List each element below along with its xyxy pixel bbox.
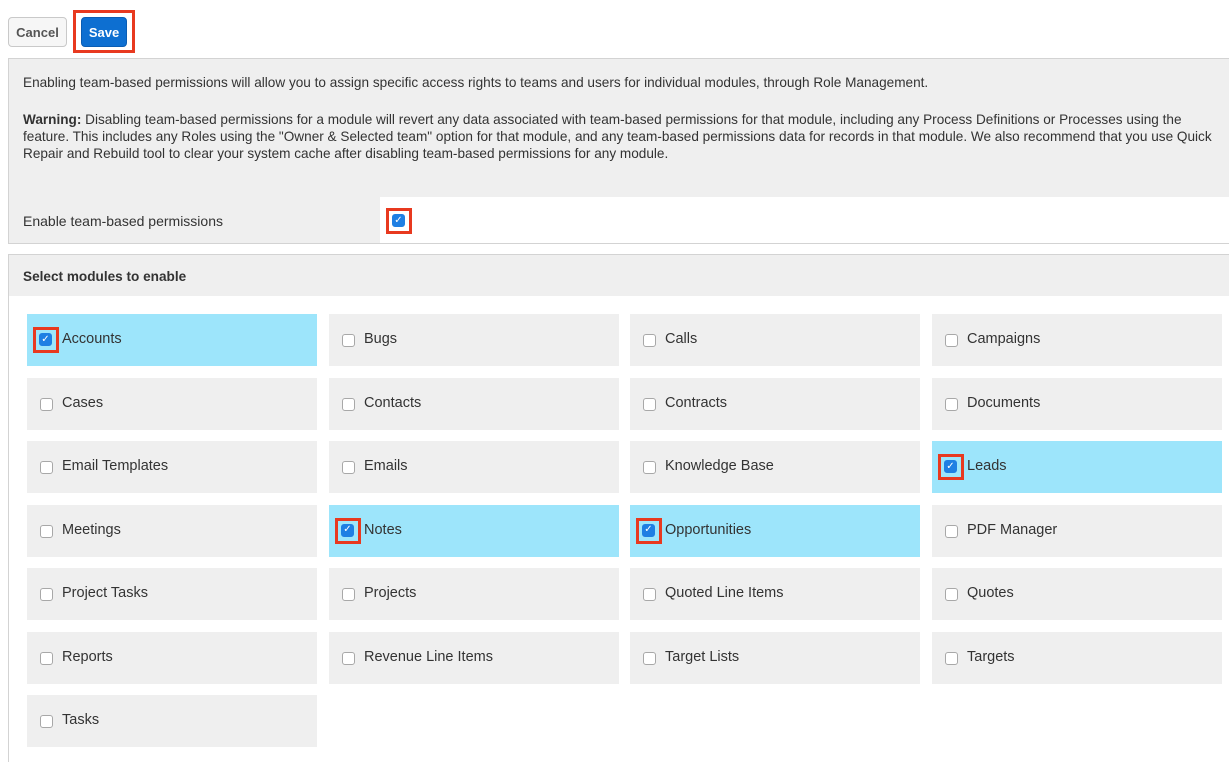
module-checkbox-documents[interactable] [945, 397, 958, 411]
module-option-opportunities[interactable]: ✓ Opportunities [630, 504, 920, 557]
module-option-projects[interactable]: Projects [329, 568, 619, 620]
module-option-meetings[interactable]: Meetings [27, 504, 317, 557]
module-label: Project Tasks [62, 585, 148, 601]
module-label: Contracts [665, 394, 728, 411]
module-option-documents[interactable]: Documents [932, 377, 1222, 430]
module-option-quotes[interactable]: Quotes [932, 568, 1222, 620]
module-option-email-templates[interactable]: Email Templates [27, 441, 317, 493]
module-option-project-tasks[interactable]: Project Tasks [27, 568, 317, 620]
modules-header: Select modules to enable [9, 254, 1229, 296]
warning-text: Warning: Disabling team-based permission… [23, 111, 1223, 162]
module-option-pdf-manager[interactable]: PDF Manager [932, 504, 1222, 557]
module-checkbox-bugs[interactable] [342, 334, 355, 347]
module-label: Documents [967, 394, 1041, 411]
module-label: Target Lists [665, 648, 740, 665]
enable-label-cell: Enable team-based permissions [9, 197, 380, 243]
module-label: Targets [967, 648, 1015, 665]
module-label: Opportunities [665, 521, 752, 538]
module-option-revenue-line-items[interactable]: Revenue Line Items [329, 631, 619, 684]
module-label: Cases [62, 394, 104, 411]
modules-title: Select modules to enable [23, 269, 187, 284]
save-button[interactable]: Save [81, 17, 127, 47]
checkbox-highlight: ✓ [33, 327, 59, 353]
module-checkbox-accounts[interactable]: ✓ [39, 333, 52, 346]
module-checkbox-quoted-line-items[interactable] [643, 588, 656, 601]
info-panel: Enabling team-based permissions will all… [8, 58, 1229, 197]
module-checkbox-reports[interactable] [40, 651, 53, 665]
module-checkbox-notes[interactable]: ✓ [341, 523, 354, 537]
modules-panel: Select modules to enable ✓ Accounts Bugs Ca… [8, 254, 1229, 762]
module-option-accounts[interactable]: ✓ Accounts [27, 314, 317, 366]
module-checkbox-campaigns[interactable] [945, 334, 958, 347]
module-label: Contacts [364, 394, 422, 411]
checkbox-highlight: ✓ [335, 517, 361, 544]
module-label: Bugs [364, 331, 398, 347]
module-label: Campaigns [967, 331, 1041, 347]
cancel-button[interactable]: Cancel [8, 17, 67, 47]
module-option-cases[interactable]: Cases [27, 377, 317, 430]
module-option-bugs[interactable]: Bugs [329, 314, 619, 366]
module-label: Emails [364, 458, 408, 474]
module-option-quoted-line-items[interactable]: Quoted Line Items [630, 568, 920, 620]
module-label: Meetings [62, 521, 121, 538]
module-label: Accounts [62, 331, 122, 347]
module-label: PDF Manager [967, 521, 1058, 538]
enable-checkbox-highlight: ✓ [386, 208, 412, 234]
module-option-leads[interactable]: ✓ Leads [932, 441, 1222, 493]
module-checkbox-tasks[interactable] [40, 715, 53, 728]
toolbar: Cancel Save [0, 0, 1229, 56]
module-label: Quotes [967, 585, 1014, 601]
checkbox-highlight: ✓ [938, 454, 964, 480]
module-label: Tasks [62, 712, 100, 728]
module-checkbox-revenue-line-items[interactable] [342, 651, 355, 665]
module-label: Notes [364, 521, 402, 538]
module-option-contracts[interactable]: Contracts [630, 377, 920, 430]
warning-label: Warning: [23, 112, 82, 127]
module-checkbox-contacts[interactable] [342, 397, 355, 411]
module-label: Calls [665, 331, 698, 347]
module-label: Reports [62, 648, 113, 665]
module-label: Leads [967, 458, 1007, 474]
module-option-tasks[interactable]: Tasks [27, 695, 317, 747]
save-highlight: Save [73, 10, 135, 53]
module-label: Quoted Line Items [665, 585, 784, 601]
module-checkbox-target-lists[interactable] [643, 651, 656, 665]
module-option-notes[interactable]: ✓ Notes [329, 504, 619, 557]
module-label: Email Templates [62, 458, 169, 474]
module-checkbox-calls[interactable] [643, 334, 656, 347]
module-label: Knowledge Base [665, 458, 774, 474]
module-option-campaigns[interactable]: Campaigns [932, 314, 1222, 366]
enable-team-permissions-checkbox[interactable]: ✓ [392, 214, 405, 227]
module-option-calls[interactable]: Calls [630, 314, 920, 366]
module-checkbox-knowledge-base[interactable] [643, 461, 656, 474]
module-label: Projects [364, 585, 417, 601]
module-option-targets[interactable]: Targets [932, 631, 1222, 684]
module-option-reports[interactable]: Reports [27, 631, 317, 684]
module-checkbox-emails[interactable] [342, 461, 355, 474]
checkbox-highlight: ✓ [636, 517, 662, 544]
warning-body: Disabling team-based permissions for a m… [23, 112, 1212, 161]
module-checkbox-targets[interactable] [945, 651, 958, 665]
module-option-target-lists[interactable]: Target Lists [630, 631, 920, 684]
module-checkbox-pdf-manager[interactable] [945, 524, 958, 538]
enable-team-permissions-row: Enable team-based permissions ✓ [8, 197, 1229, 244]
module-checkbox-contracts[interactable] [643, 397, 656, 411]
module-checkbox-project-tasks[interactable] [40, 588, 53, 601]
module-option-contacts[interactable]: Contacts [329, 377, 619, 430]
module-checkbox-cases[interactable] [40, 397, 53, 411]
module-option-knowledge-base[interactable]: Knowledge Base [630, 441, 920, 493]
module-checkbox-opportunities[interactable]: ✓ [642, 523, 655, 537]
module-checkbox-email-templates[interactable] [40, 461, 53, 474]
module-option-emails[interactable]: Emails [329, 441, 619, 493]
enable-label: Enable team-based permissions [23, 213, 223, 229]
module-label: Revenue Line Items [364, 648, 493, 665]
module-checkbox-projects[interactable] [342, 588, 355, 601]
module-checkbox-quotes[interactable] [945, 588, 958, 601]
module-checkbox-meetings[interactable] [40, 524, 53, 538]
info-intro: Enabling team-based permissions will all… [23, 75, 929, 90]
module-checkbox-leads[interactable]: ✓ [944, 460, 957, 473]
